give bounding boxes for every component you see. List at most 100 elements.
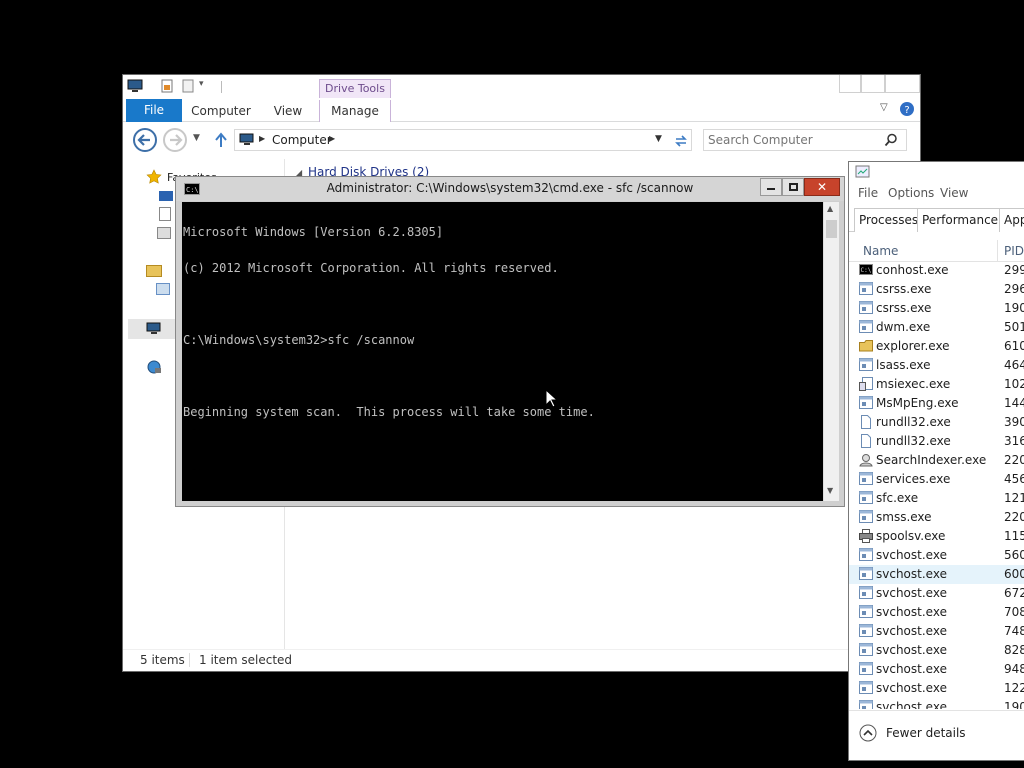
process-name: svchost.exe xyxy=(876,662,947,676)
console-output[interactable]: Microsoft Windows [Version 6.2.8305] (c)… xyxy=(182,202,823,501)
process-row[interactable]: svchost.exe 560 xyxy=(849,546,1024,565)
process-row[interactable]: explorer.exe 6104 xyxy=(849,337,1024,356)
close-button[interactable] xyxy=(885,75,920,93)
process-pid: 464 xyxy=(1004,358,1024,372)
explorer-title-bar[interactable]: ▾ xyxy=(123,75,920,97)
process-row[interactable]: C:\ conhost.exe 2996 xyxy=(849,261,1024,280)
status-bar: 5 items 1 item selected xyxy=(123,649,920,671)
search-user-icon xyxy=(859,454,873,467)
process-pid: 1220 xyxy=(1004,681,1024,695)
column-divider[interactable] xyxy=(997,240,998,262)
quick-access-dropdown-icon[interactable]: ▾ xyxy=(199,79,213,93)
cmd-title-bar[interactable]: C:\ Administrator: C:\Windows\system32\c… xyxy=(176,177,844,201)
process-row[interactable]: dwm.exe 5012 xyxy=(849,318,1024,337)
chevron-up-icon[interactable] xyxy=(859,724,877,742)
process-pid: 5012 xyxy=(1004,320,1024,334)
tab-view[interactable]: View xyxy=(263,100,313,122)
process-row[interactable]: svchost.exe 828 xyxy=(849,641,1024,660)
properties-icon[interactable] xyxy=(160,79,174,93)
process-row[interactable]: sfc.exe 1212 xyxy=(849,489,1024,508)
process-row[interactable]: msiexec.exe 1024 xyxy=(849,375,1024,394)
process-row[interactable]: spoolsv.exe 1156 xyxy=(849,527,1024,546)
column-header-pid[interactable]: PID xyxy=(1004,244,1024,258)
process-row[interactable]: svchost.exe 748 xyxy=(849,622,1024,641)
tab-file[interactable]: File xyxy=(126,99,182,122)
app-icon xyxy=(859,567,873,580)
search-box[interactable] xyxy=(703,129,907,151)
maximize-icon xyxy=(789,183,798,191)
menu-options[interactable]: Options xyxy=(888,186,934,200)
process-row[interactable]: rundll32.exe 3160 xyxy=(849,432,1024,451)
new-folder-icon[interactable] xyxy=(181,79,195,93)
cmd-close-button[interactable]: ✕ xyxy=(804,178,840,196)
breadcrumb-chevron-icon[interactable]: ▶ xyxy=(259,134,265,143)
back-button[interactable] xyxy=(133,128,157,152)
process-row[interactable]: svchost.exe 708 xyxy=(849,603,1024,622)
ribbon-collapse-icon[interactable]: ▽ xyxy=(880,102,892,116)
process-name: svchost.exe xyxy=(876,605,947,619)
cmd-maximize-button[interactable] xyxy=(782,178,804,196)
up-arrow-icon[interactable] xyxy=(213,131,229,149)
cmd-window[interactable]: C:\ Administrator: C:\Windows\system32\c… xyxy=(175,176,845,507)
process-row[interactable]: svchost.exe 1220 xyxy=(849,679,1024,698)
network-icon[interactable] xyxy=(146,359,162,375)
task-manager-icon xyxy=(855,165,870,178)
installer-icon xyxy=(859,377,873,391)
console-icon: C:\ xyxy=(859,264,873,275)
process-name: svchost.exe xyxy=(876,681,947,695)
scroll-up-icon[interactable]: ▲ xyxy=(827,204,833,213)
app-icon xyxy=(859,548,873,561)
title-separator xyxy=(221,81,222,93)
process-row[interactable]: smss.exe 220 xyxy=(849,508,1024,527)
tab-computer[interactable]: Computer xyxy=(189,100,253,122)
tab-performance[interactable]: Performance xyxy=(917,208,1004,232)
process-row[interactable]: MsMpEng.exe 1440 xyxy=(849,394,1024,413)
forward-button[interactable] xyxy=(163,128,187,152)
help-icon[interactable]: ? xyxy=(899,101,915,117)
app-icon xyxy=(859,358,873,371)
search-input[interactable] xyxy=(708,132,878,148)
process-row[interactable]: svchost.exe 600 xyxy=(849,565,1024,584)
process-row[interactable]: svchost.exe 1908 xyxy=(849,698,1024,709)
scroll-thumb[interactable] xyxy=(826,220,837,238)
process-list[interactable]: C:\ conhost.exe 2996 csrss.exe 296 csrss.exe 1… xyxy=(849,261,1024,709)
process-row[interactable]: services.exe 456 xyxy=(849,470,1024,489)
tab-manage[interactable]: Manage xyxy=(319,100,391,122)
cmd-scrollbar[interactable]: ▲ ▼ xyxy=(823,202,839,501)
process-name: svchost.exe xyxy=(876,700,947,709)
process-row[interactable]: SearchIndexer.exe 2204 xyxy=(849,451,1024,470)
recent-locations-dropdown-icon[interactable]: ▼ xyxy=(193,133,200,143)
cmd-minimize-button[interactable] xyxy=(760,178,782,196)
printer-icon xyxy=(859,529,873,543)
fewer-details-link[interactable]: Fewer details xyxy=(886,726,966,740)
process-row[interactable]: lsass.exe 464 xyxy=(849,356,1024,375)
process-pid: 672 xyxy=(1004,586,1024,600)
search-icon[interactable] xyxy=(884,133,898,147)
minimize-button[interactable] xyxy=(839,75,861,93)
documents-icon xyxy=(156,283,170,295)
tab-processes[interactable]: Processes xyxy=(854,208,924,232)
process-name: sfc.exe xyxy=(876,491,919,505)
column-header-name[interactable]: Name xyxy=(863,244,898,258)
address-dropdown-icon[interactable]: ▼ xyxy=(655,134,662,144)
maximize-button[interactable] xyxy=(861,75,885,93)
process-name: svchost.exe xyxy=(876,567,947,581)
process-row[interactable]: rundll32.exe 3904 xyxy=(849,413,1024,432)
process-row[interactable]: csrss.exe 1904 xyxy=(849,299,1024,318)
scroll-down-icon[interactable]: ▼ xyxy=(827,486,833,495)
libraries-icon[interactable] xyxy=(146,265,162,277)
process-name: services.exe xyxy=(876,472,951,486)
process-pid: 1156 xyxy=(1004,529,1024,543)
document-icon xyxy=(861,434,871,448)
process-row[interactable]: svchost.exe 672 xyxy=(849,584,1024,603)
task-manager-window[interactable]: File Options View Processes Performance … xyxy=(848,161,1024,761)
breadcrumb-chevron-icon[interactable]: ▶ xyxy=(329,134,335,143)
process-row[interactable]: svchost.exe 948 xyxy=(849,660,1024,679)
tab-app-history[interactable]: App xyxy=(999,208,1024,232)
process-row[interactable]: csrss.exe 296 xyxy=(849,280,1024,299)
address-bar[interactable]: ▶ Computer ▶ ▼ xyxy=(234,129,692,151)
menu-file[interactable]: File xyxy=(858,186,878,200)
breadcrumb-computer[interactable]: Computer xyxy=(272,133,332,147)
refresh-icon[interactable] xyxy=(673,133,689,149)
menu-view[interactable]: View xyxy=(940,186,968,200)
